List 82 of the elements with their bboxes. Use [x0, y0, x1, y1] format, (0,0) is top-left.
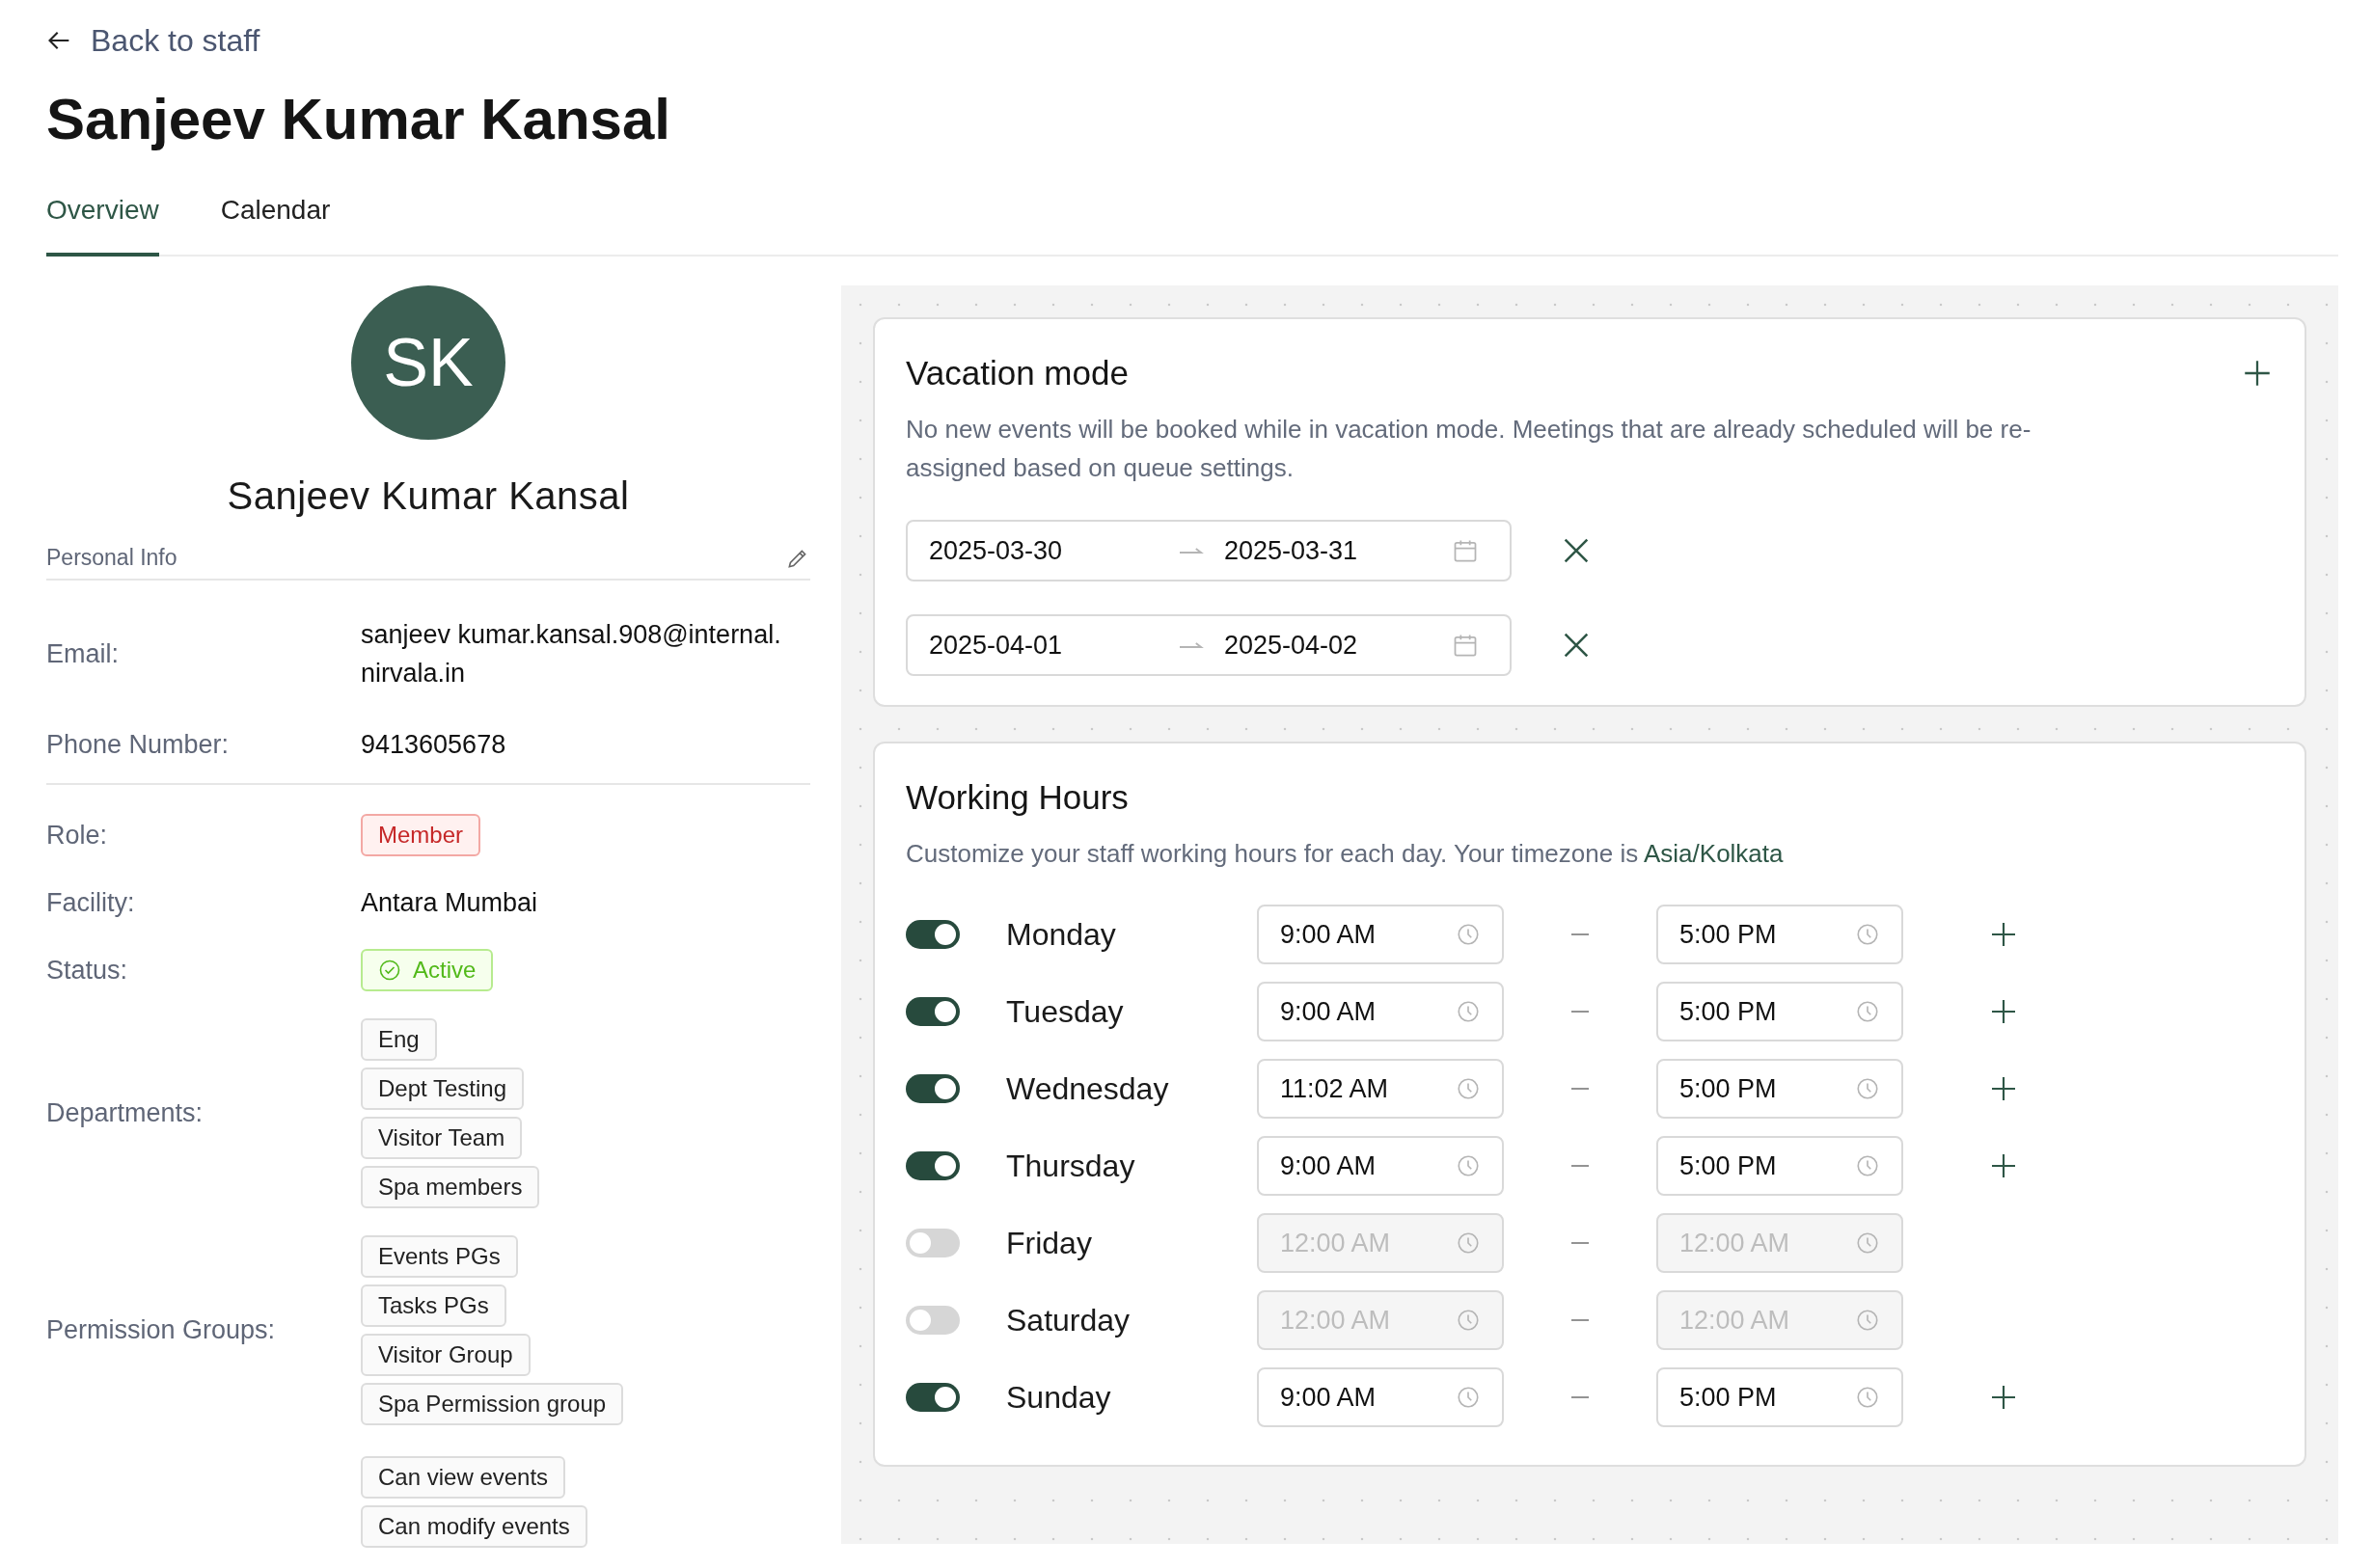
- toggle-switch[interactable]: [906, 1074, 960, 1103]
- time-field[interactable]: 5:00 PM: [1656, 905, 1903, 964]
- clock-icon: [1855, 922, 1880, 947]
- field-label: Departments:: [46, 1098, 205, 1128]
- card-description: Customize your staff working hours for each day. Your timezone is Asia/Kolkata: [906, 838, 1785, 870]
- tag: Tasks PGs: [361, 1284, 506, 1327]
- day-name: Thursday: [1006, 1148, 1136, 1184]
- time-field[interactable]: 11:02 AM: [1257, 1059, 1504, 1119]
- check-circle-icon: [378, 959, 401, 982]
- field-value: Antara Mumbai: [361, 887, 539, 919]
- field-label: Facility:: [46, 887, 136, 918]
- tag: Events PGs: [361, 1235, 518, 1278]
- page-title: Sanjeev Kumar Kansal: [46, 91, 671, 149]
- card-description: No new events will be booked while in vacation mode. Meetings that are already scheduled will be re-assigned based on queue settings.: [906, 414, 2032, 484]
- tab[interactable]: Calendar: [220, 195, 331, 257]
- time-field[interactable]: 9:00 AM: [1257, 905, 1504, 964]
- field-label: Role:: [46, 820, 109, 851]
- timezone-link[interactable]: Asia/Kolkata: [1644, 839, 1784, 868]
- dash-icon: [1571, 1242, 1589, 1244]
- tag: Visitor Team: [361, 1117, 523, 1159]
- tag: Can modify events: [361, 1505, 587, 1548]
- clock-icon: [1855, 1385, 1880, 1410]
- card-title: Working Hours: [906, 778, 1130, 817]
- clock-icon: [1855, 1153, 1880, 1178]
- day-name: Friday: [1006, 1225, 1093, 1261]
- clock-icon: [1456, 1385, 1481, 1410]
- back-link[interactable]: Back to staff: [46, 0, 260, 81]
- clock-icon: [1456, 922, 1481, 947]
- day-name: Tuesday: [1006, 993, 1125, 1030]
- tag: Can view events: [361, 1456, 566, 1499]
- clock-icon: [1855, 999, 1880, 1024]
- dash-icon: [1571, 1088, 1589, 1090]
- day-name: Wednesday: [1006, 1070, 1170, 1107]
- tab[interactable]: Overview: [46, 195, 159, 257]
- field-value: sanjeev kumar.kansal.908@internal.nirvala.in: [361, 619, 782, 689]
- tag: Visitor Group: [361, 1334, 531, 1376]
- field-label: Email:: [46, 638, 120, 669]
- tag: Spa members: [361, 1166, 540, 1208]
- dash-icon: [1571, 1396, 1589, 1398]
- toggle-switch[interactable]: [906, 1229, 960, 1257]
- field-label: Status:: [46, 955, 129, 986]
- profile-name: Sanjeev Kumar Kansal: [226, 474, 631, 518]
- time-field[interactable]: 9:00 AM: [1257, 1367, 1504, 1427]
- tag: Eng: [361, 1018, 437, 1061]
- status-badge: Active: [361, 949, 494, 991]
- time-field[interactable]: 5:00 PM: [1656, 1059, 1903, 1119]
- time-field[interactable]: 5:00 PM: [1656, 1367, 1903, 1427]
- tag: Dept Testing: [361, 1068, 524, 1110]
- time-field[interactable]: 9:00 AM: [1257, 1136, 1504, 1196]
- field-value: 9413605678: [361, 729, 507, 761]
- dash-icon: [1571, 933, 1589, 935]
- clock-icon: [1456, 1076, 1481, 1101]
- toggle-switch[interactable]: [906, 1151, 960, 1180]
- role-badge: Member: [361, 814, 481, 856]
- section-label: Personal Info: [46, 545, 177, 571]
- time-field[interactable]: 5:00 PM: [1656, 1136, 1903, 1196]
- day-name: Saturday: [1006, 1302, 1132, 1338]
- avatar: SK: [351, 285, 505, 440]
- toggle-switch[interactable]: [906, 1383, 960, 1412]
- clock-icon: [1456, 1230, 1481, 1256]
- field-label: Phone Number:: [46, 729, 231, 760]
- clock-icon: [1456, 999, 1481, 1024]
- field-label: Permission Groups:: [46, 1315, 277, 1345]
- clock-icon: [1456, 1308, 1481, 1333]
- time-field[interactable]: 9:00 AM: [1257, 982, 1504, 1041]
- time-field[interactable]: 5:00 PM: [1656, 982, 1903, 1041]
- day-name: Sunday: [1006, 1379, 1112, 1416]
- date-range-field[interactable]: 2025-03-30 2025-03-31: [906, 520, 1512, 581]
- toggle-switch[interactable]: [906, 997, 960, 1026]
- dash-icon: [1571, 1319, 1589, 1321]
- clock-icon: [1855, 1076, 1880, 1101]
- dash-icon: [1571, 1165, 1589, 1167]
- card-title: Vacation mode: [906, 354, 1129, 392]
- toggle-switch[interactable]: [906, 920, 960, 949]
- clock-icon: [1456, 1153, 1481, 1178]
- day-name: Monday: [1006, 916, 1117, 953]
- dash-icon: [1571, 1011, 1589, 1013]
- toggle-switch[interactable]: [906, 1306, 960, 1335]
- clock-icon: [1855, 1308, 1880, 1333]
- clock-icon: [1855, 1230, 1880, 1256]
- date-range-field[interactable]: 2025-04-01 2025-04-02: [906, 614, 1512, 676]
- tag: Spa Permission group: [361, 1383, 624, 1425]
